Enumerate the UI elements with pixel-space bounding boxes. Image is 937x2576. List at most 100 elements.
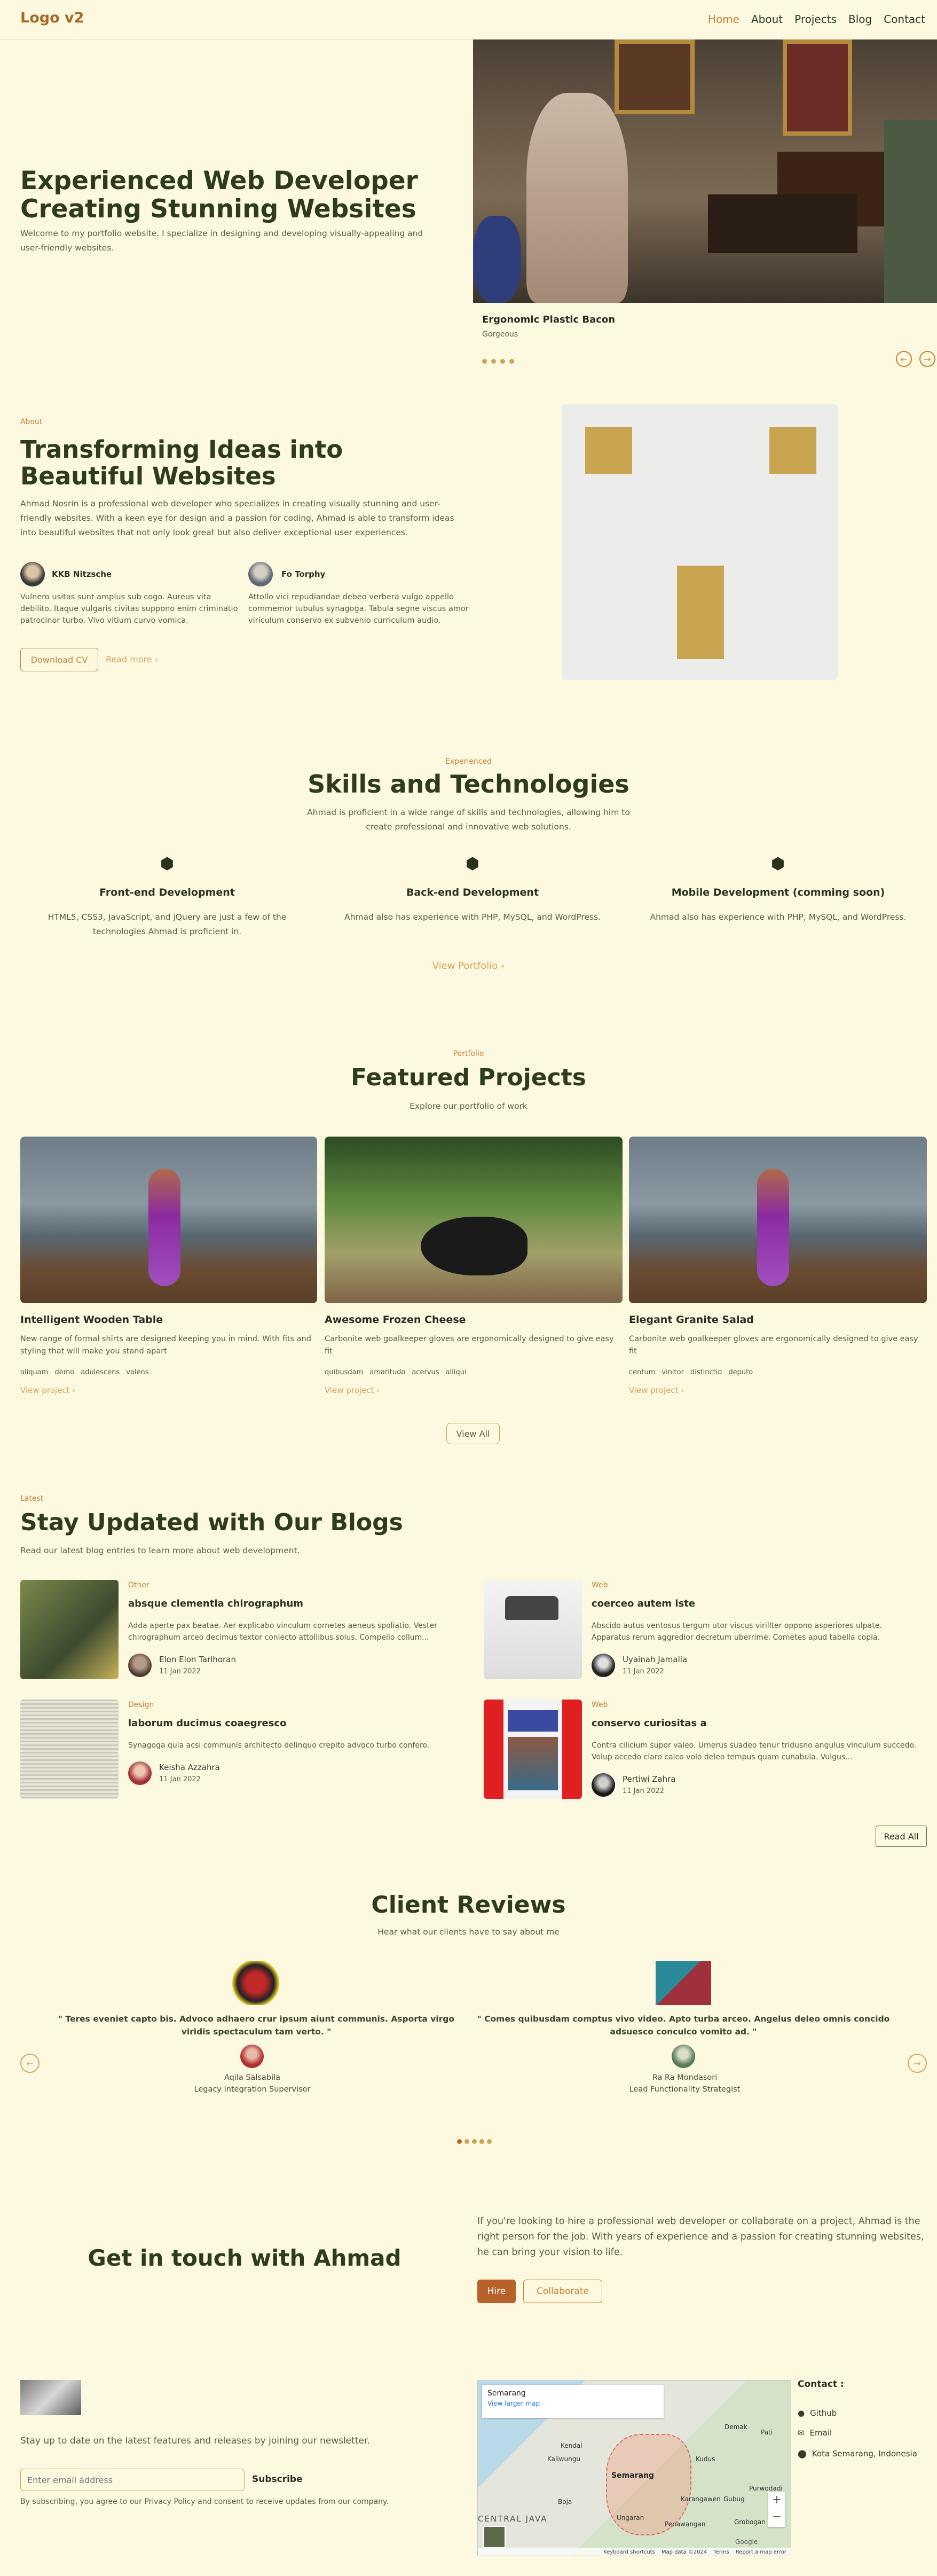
zoom-out-button[interactable]: − xyxy=(768,2509,785,2526)
review-prev-button[interactable]: ← xyxy=(20,2054,40,2073)
blog-image[interactable] xyxy=(20,1580,119,1679)
nav-home[interactable]: Home xyxy=(708,13,739,26)
review-dot[interactable] xyxy=(487,2139,492,2144)
review-dot[interactable] xyxy=(464,2139,469,2144)
project-tag[interactable]: quibusdam xyxy=(325,1368,363,1376)
review-dot[interactable] xyxy=(479,2139,484,2144)
map-layer-toggle[interactable] xyxy=(483,2526,506,2548)
slide-dot[interactable] xyxy=(509,359,514,364)
nav-contact[interactable]: Contact xyxy=(884,13,925,26)
blog-title[interactable]: laborum ducimus coaegresco xyxy=(128,1718,286,1729)
map-label: CENTRAL JAVA xyxy=(478,2514,548,2524)
map-label: Grobogan xyxy=(734,2518,766,2526)
logo[interactable]: Logo v2 xyxy=(20,10,84,26)
avatar xyxy=(672,2045,695,2068)
footer-logo-image xyxy=(20,2380,81,2415)
blog-date: 11 Jan 2022 xyxy=(159,1775,201,1783)
chevron-right-icon: › xyxy=(154,654,159,664)
slide-dot[interactable] xyxy=(500,359,505,364)
privacy-text: By subscribing, you agree to our Privacy… xyxy=(20,2497,389,2506)
project-tag[interactable]: valens xyxy=(126,1368,148,1376)
project-tag[interactable]: amaritudo xyxy=(369,1368,405,1376)
map-footer-item[interactable]: Terms xyxy=(713,2549,729,2555)
zoom-in-button[interactable]: + xyxy=(768,2492,785,2509)
read-more-label: Read more xyxy=(106,654,152,664)
skill-title: Back-end Development xyxy=(406,887,539,898)
project-tag[interactable]: adulescens xyxy=(81,1368,120,1376)
download-cv-button[interactable]: Download CV xyxy=(20,648,98,671)
view-project-link[interactable]: View project › xyxy=(629,1385,684,1395)
email-input[interactable] xyxy=(20,2469,245,2491)
nav-projects[interactable]: Projects xyxy=(794,13,837,26)
hero-slide-image xyxy=(473,40,937,303)
map-footer-item[interactable]: Keyboard shortcuts xyxy=(603,2549,655,2555)
view-project-link[interactable]: View project › xyxy=(325,1385,380,1395)
contact-github[interactable]: ● Github xyxy=(798,2408,837,2418)
view-portfolio-link[interactable]: View Portfolio › xyxy=(0,960,937,972)
project-title[interactable]: Intelligent Wooden Table xyxy=(20,1314,163,1326)
review-next-button[interactable]: → xyxy=(908,2054,927,2073)
project-tag[interactable]: distinctio xyxy=(690,1368,722,1376)
project-image[interactable] xyxy=(629,1137,927,1303)
review-dot[interactable] xyxy=(472,2139,477,2144)
project-title[interactable]: Awesome Frozen Cheese xyxy=(325,1314,466,1326)
avatar xyxy=(128,1654,152,1677)
blog-title[interactable]: coerceo autem iste xyxy=(592,1598,695,1609)
blog-image[interactable] xyxy=(20,1700,119,1799)
view-larger-map-link[interactable]: View larger map xyxy=(487,2400,658,2407)
slide-next-button[interactable]: → xyxy=(919,351,935,367)
reviewer-name: Aqila Salsabila xyxy=(224,2073,281,2082)
avatar xyxy=(592,1654,615,1677)
blog-author: Pertiwi Zahra xyxy=(623,1774,676,1784)
project-tags: quibusdam amaritudo acervus aliiqui xyxy=(325,1366,473,1376)
blog-title[interactable]: absque clementia chirographum xyxy=(128,1598,303,1609)
project-tag[interactable]: deputo xyxy=(728,1368,753,1376)
slide-prev-button[interactable]: ← xyxy=(896,351,912,367)
avatar xyxy=(248,562,273,586)
contact-location[interactable]: ⬤ Kota Semarang, Indonesia xyxy=(798,2449,917,2458)
reviewer-role: Legacy Integration Supervisor xyxy=(194,2085,311,2094)
location-pin-icon: ⬤ xyxy=(798,2449,807,2458)
read-all-button[interactable]: Read All xyxy=(876,1826,927,1847)
character-figure xyxy=(148,1169,180,1286)
slide-dot[interactable] xyxy=(482,359,487,364)
project-image[interactable] xyxy=(325,1137,623,1303)
project-tag[interactable]: aliiqui xyxy=(446,1368,467,1376)
project-tag[interactable]: centum xyxy=(629,1368,655,1376)
poster-photos xyxy=(508,1737,558,1790)
review-dot[interactable] xyxy=(457,2139,462,2144)
skills-eyebrow: Experienced xyxy=(445,757,492,766)
collaborate-button[interactable]: Collaborate xyxy=(523,2280,602,2303)
project-title[interactable]: Elegant Granite Salad xyxy=(629,1314,754,1326)
blog-image[interactable] xyxy=(484,1580,582,1679)
google-map[interactable]: Semarang View larger map Kendal Kaliwung… xyxy=(477,2380,791,2556)
project-tag[interactable]: demo xyxy=(54,1368,74,1376)
skill-title: Front-end Development xyxy=(99,887,235,898)
contact-label: Kota Semarang, Indonesia xyxy=(812,2449,917,2458)
map-footer-item[interactable]: Report a map error xyxy=(736,2549,786,2555)
view-project-link[interactable]: View project › xyxy=(20,1385,75,1395)
nav-about[interactable]: About xyxy=(751,13,783,26)
project-tag[interactable]: vinitor xyxy=(662,1368,684,1376)
project-image[interactable] xyxy=(20,1137,317,1303)
chevron-right-icon: › xyxy=(681,1385,684,1395)
contact-email[interactable]: ✉ Email xyxy=(798,2428,832,2438)
person-text: Attollo vici repudiandae debeo verbera v… xyxy=(248,593,469,625)
nav-blog[interactable]: Blog xyxy=(848,13,872,26)
blog-category: Web xyxy=(592,1581,608,1590)
hire-button[interactable]: Hire xyxy=(477,2280,516,2303)
map-label: Kendal xyxy=(561,2442,582,2449)
illustration-block xyxy=(585,427,632,474)
view-all-button[interactable]: View All xyxy=(446,1423,500,1444)
slide-dot[interactable] xyxy=(491,359,496,364)
subscribe-button[interactable]: Subscribe xyxy=(252,2474,303,2485)
map-zoom-controls: + − xyxy=(768,2492,785,2527)
cube-icon: ⬢ xyxy=(770,855,785,873)
reviewer-name: Ra Ra Mondasori xyxy=(652,2073,718,2082)
read-more-link[interactable]: Read more › xyxy=(106,654,158,664)
blog-title[interactable]: conservo curiositas a xyxy=(592,1718,707,1729)
blog-category: Design xyxy=(128,1701,154,1709)
project-tag[interactable]: aliquam xyxy=(20,1368,48,1376)
blog-image[interactable] xyxy=(484,1700,582,1799)
project-tag[interactable]: acervus xyxy=(412,1368,439,1376)
